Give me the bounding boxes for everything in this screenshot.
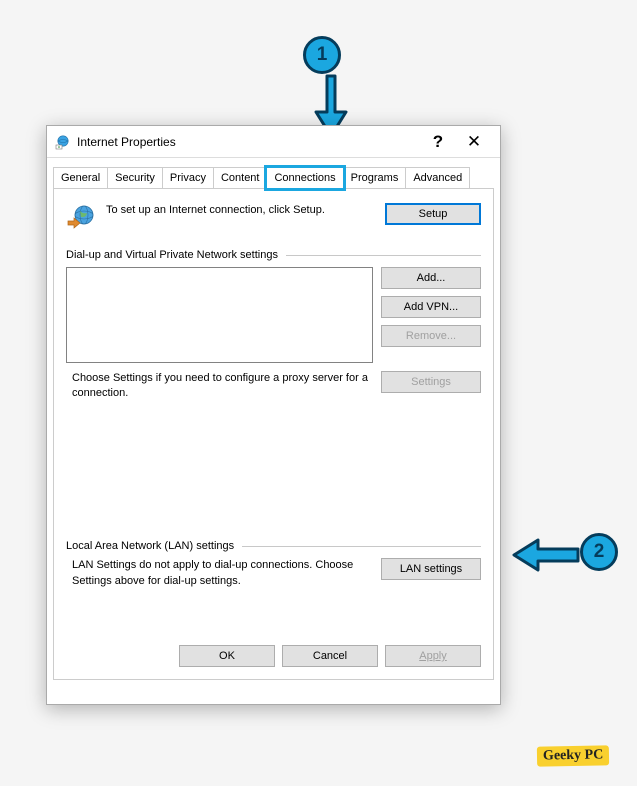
close-button[interactable]: ✕: [456, 127, 492, 157]
window-title: Internet Properties: [77, 135, 420, 149]
setup-button[interactable]: Setup: [385, 203, 481, 225]
proxy-row: Choose Settings if you need to configure…: [66, 371, 481, 402]
tab-strip: General Security Privacy Content Connect…: [47, 158, 500, 188]
lan-row: LAN Settings do not apply to dial-up con…: [66, 558, 481, 589]
connections-listbox[interactable]: [66, 267, 373, 363]
tab-content[interactable]: Content: [213, 167, 268, 189]
globe-arrow-icon: [66, 203, 96, 233]
watermark: Geeky PC: [537, 745, 610, 766]
tab-privacy[interactable]: Privacy: [162, 167, 214, 189]
dialup-buttons: Add... Add VPN... Remove...: [381, 267, 481, 363]
setup-row: To set up an Internet connection, click …: [66, 203, 481, 233]
dialup-area: Add... Add VPN... Remove...: [66, 267, 481, 363]
divider: [286, 255, 481, 256]
setup-text: To set up an Internet connection, click …: [106, 203, 375, 218]
connections-panel: To set up an Internet connection, click …: [53, 188, 494, 680]
lan-section: Local Area Network (LAN) settings LAN Se…: [66, 540, 481, 589]
lan-text: LAN Settings do not apply to dial-up con…: [66, 558, 373, 589]
cancel-button[interactable]: Cancel: [282, 645, 378, 667]
tab-general[interactable]: General: [53, 167, 108, 189]
lan-legend: Local Area Network (LAN) settings: [66, 540, 481, 552]
remove-button: Remove...: [381, 325, 481, 347]
lan-settings-button[interactable]: LAN settings: [381, 558, 481, 580]
divider: [242, 546, 481, 547]
add-vpn-button[interactable]: Add VPN...: [381, 296, 481, 318]
help-button[interactable]: ?: [420, 127, 456, 157]
annotation-step-1: 1: [303, 36, 341, 74]
internet-options-icon: [55, 134, 71, 150]
tab-advanced[interactable]: Advanced: [405, 167, 470, 189]
proxy-text: Choose Settings if you need to configure…: [66, 371, 373, 402]
apply-button: Apply: [385, 645, 481, 667]
apply-label: Apply: [419, 650, 447, 662]
dialup-legend: Dial-up and Virtual Private Network sett…: [66, 249, 481, 261]
tab-security[interactable]: Security: [107, 167, 163, 189]
lan-legend-text: Local Area Network (LAN) settings: [66, 540, 234, 552]
internet-properties-dialog: Internet Properties ? ✕ General Security…: [46, 125, 501, 705]
dialup-legend-text: Dial-up and Virtual Private Network sett…: [66, 249, 278, 261]
dialog-footer-buttons: OK Cancel Apply: [179, 645, 481, 667]
tab-programs[interactable]: Programs: [343, 167, 407, 189]
arrow-left-icon: [510, 537, 580, 573]
titlebar: Internet Properties ? ✕: [47, 126, 500, 158]
settings-button: Settings: [381, 371, 481, 393]
ok-button[interactable]: OK: [179, 645, 275, 667]
add-button[interactable]: Add...: [381, 267, 481, 289]
annotation-step-2: 2: [580, 533, 618, 571]
tab-connections[interactable]: Connections: [266, 167, 343, 189]
